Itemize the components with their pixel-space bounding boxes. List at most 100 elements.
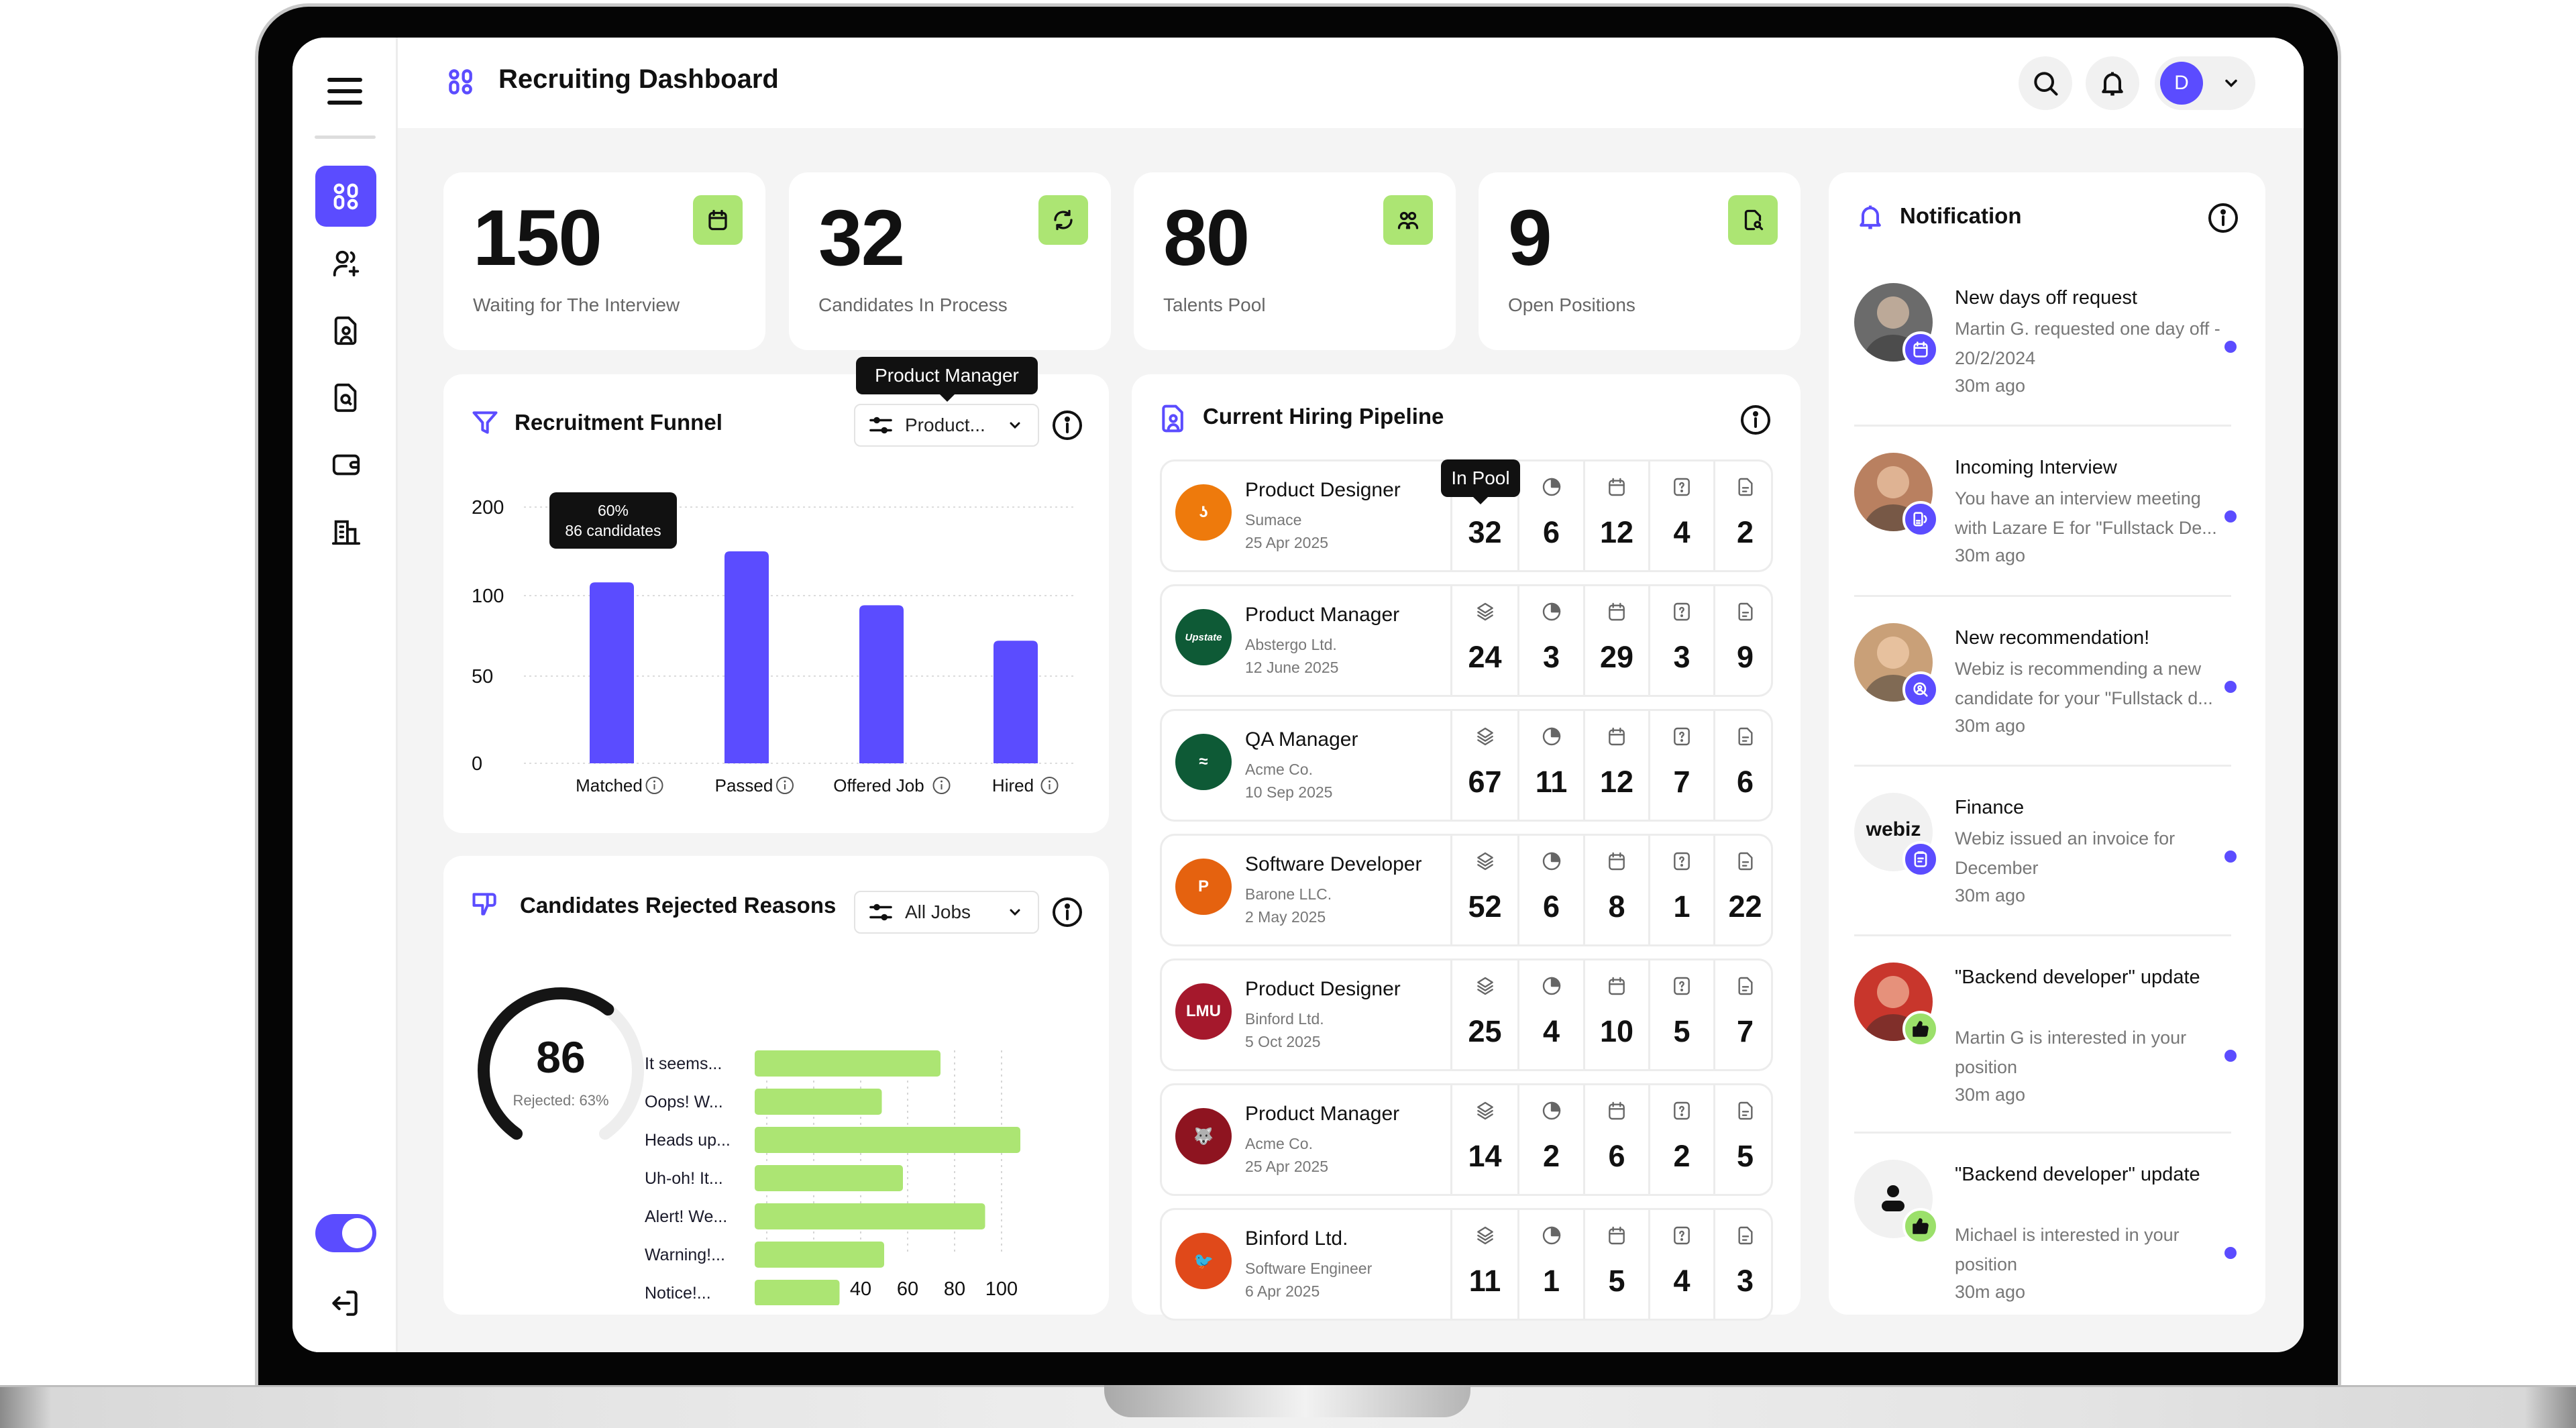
pipeline-stage-0[interactable]: 24 xyxy=(1450,586,1517,695)
pipeline-stage-4[interactable]: 2 xyxy=(1713,461,1775,570)
stage-count: 5 xyxy=(1673,1014,1690,1048)
layers-icon xyxy=(1477,977,1493,995)
pipeline-stage-3[interactable]: 1 xyxy=(1648,836,1713,944)
info-icon[interactable] xyxy=(1739,404,1772,436)
stat-card[interactable]: 80 Talents Pool xyxy=(1134,172,1456,350)
pipeline-stage-4[interactable]: 5 xyxy=(1713,1085,1775,1194)
rejected-job-filter[interactable]: All Jobs xyxy=(854,891,1039,934)
pipeline-stage-1[interactable]: 2 xyxy=(1517,1085,1583,1194)
notification-item[interactable]: New days off request Martin G. requested… xyxy=(1854,283,2240,437)
pipeline-stage-1[interactable]: 6 xyxy=(1517,461,1583,570)
info-icon[interactable] xyxy=(932,777,951,794)
sidebar-item-company[interactable] xyxy=(315,501,376,562)
notification-item[interactable]: "Backend developer" update Michael is in… xyxy=(1854,1160,2240,1314)
reason-bar[interactable] xyxy=(755,1165,903,1191)
pipeline-stage-4[interactable]: 3 xyxy=(1713,1210,1775,1319)
reason-bar[interactable] xyxy=(755,1089,882,1115)
building-icon xyxy=(331,520,360,545)
pipeline-row[interactable]: ≈ QA Manager Acme Co. 10 Sep 2025 67 11 … xyxy=(1160,709,1773,822)
pipeline-row[interactable]: Upstate Product Manager Abstergo Ltd. 12… xyxy=(1160,584,1773,697)
info-icon[interactable] xyxy=(1051,896,1083,928)
pipeline-row[interactable]: 🐦 Binford Ltd. Software Engineer 6 Apr 2… xyxy=(1160,1208,1773,1321)
info-icon[interactable] xyxy=(1040,777,1059,794)
calendar-col-icon xyxy=(1609,478,1625,496)
pipeline-stage-2[interactable]: 6 xyxy=(1583,1085,1648,1194)
company-logo: LMU xyxy=(1175,983,1232,1040)
funnel-bar-matched[interactable] xyxy=(590,582,634,763)
pipeline-stage-1[interactable]: 1 xyxy=(1517,1210,1583,1319)
sidebar-item-wallet[interactable] xyxy=(315,434,376,495)
info-icon[interactable] xyxy=(645,777,663,794)
pipeline-stage-3[interactable]: 2 xyxy=(1648,1085,1713,1194)
pipeline-stage-4[interactable]: 7 xyxy=(1713,960,1775,1069)
pipeline-stage-3[interactable]: 5 xyxy=(1648,960,1713,1069)
pipeline-stage-2[interactable]: 29 xyxy=(1583,586,1648,695)
pipeline-stage-3[interactable]: 3 xyxy=(1648,586,1713,695)
pipeline-stage-1[interactable]: 6 xyxy=(1517,836,1583,944)
pipeline-stage-1[interactable]: 3 xyxy=(1517,586,1583,695)
pipeline-stage-1[interactable]: 11 xyxy=(1517,711,1583,820)
notification-divider xyxy=(1854,1132,2231,1134)
pipeline-stage-2[interactable]: 5 xyxy=(1583,1210,1648,1319)
pipeline-stage-4[interactable]: 6 xyxy=(1713,711,1775,820)
sliders-icon xyxy=(869,417,892,434)
stage-count: 11 xyxy=(1468,1264,1501,1298)
notifications-button[interactable] xyxy=(2086,56,2139,110)
funnel-bar-passed[interactable] xyxy=(724,551,769,763)
pipeline-stage-3[interactable]: 4 xyxy=(1648,461,1713,570)
pipeline-stage-2[interactable]: 10 xyxy=(1583,960,1648,1069)
reason-bar[interactable] xyxy=(755,1242,884,1268)
user-menu[interactable]: D xyxy=(2155,56,2255,110)
pipeline-row[interactable]: 🐺 Product Manager Acme Co. 25 Apr 2025 1… xyxy=(1160,1083,1773,1196)
pipeline-stage-0[interactable]: 14 xyxy=(1450,1085,1517,1194)
info-icon[interactable] xyxy=(1051,409,1083,441)
notification-item[interactable]: New recommendation! Webiz is recommendin… xyxy=(1854,623,2240,777)
funnel-job-filter[interactable]: Product... xyxy=(854,404,1039,447)
sidebar-item-dashboard[interactable] xyxy=(315,166,376,227)
pipeline-stage-0[interactable]: 25 xyxy=(1450,960,1517,1069)
pipeline-stage-0[interactable]: 52 xyxy=(1450,836,1517,944)
pipeline-stage-2[interactable]: 8 xyxy=(1583,836,1648,944)
funnel-bar-hired[interactable] xyxy=(994,641,1038,763)
sidebar-item-search-files[interactable] xyxy=(315,367,376,428)
pipeline-stage-2[interactable]: 12 xyxy=(1583,711,1648,820)
pipeline-stage-1[interactable]: 4 xyxy=(1517,960,1583,1069)
reason-bar[interactable] xyxy=(755,1280,840,1305)
search-button[interactable] xyxy=(2019,56,2072,110)
funnel-bar-offered-job[interactable] xyxy=(859,605,904,763)
notification-item[interactable]: "Backend developer" update Martin G is i… xyxy=(1854,963,2240,1117)
stage-count: 4 xyxy=(1542,1014,1560,1048)
stat-card[interactable]: 32 Candidates In Process xyxy=(789,172,1111,350)
stage-count: 12 xyxy=(1599,515,1634,549)
pipeline-stage-2[interactable]: 12 xyxy=(1583,461,1648,570)
notification-card: Notification New days off request Martin… xyxy=(1829,172,2265,1315)
logout-button[interactable] xyxy=(327,1286,362,1320)
stat-card[interactable]: 150 Waiting for The Interview xyxy=(443,172,765,350)
pipeline-row[interactable]: LMU Product Designer Binford Ltd. 5 Oct … xyxy=(1160,958,1773,1071)
reason-bar[interactable] xyxy=(755,1127,1020,1153)
reason-bar[interactable] xyxy=(755,1050,941,1077)
pipeline-stage-4[interactable]: 22 xyxy=(1713,836,1775,944)
info-icon[interactable] xyxy=(2207,202,2239,234)
layers-icon xyxy=(1477,852,1493,871)
pipeline-stage-3[interactable]: 4 xyxy=(1648,1210,1713,1319)
stat-card[interactable]: 9 Open Positions xyxy=(1479,172,1801,350)
notification-item[interactable]: Incoming Interview You have an interview… xyxy=(1854,453,2240,607)
reason-bar[interactable] xyxy=(755,1203,985,1229)
pipeline-row[interactable]: P Software Developer Barone LLC. 2 May 2… xyxy=(1160,834,1773,946)
job-date: 2 May 2025 xyxy=(1245,908,1326,926)
pipeline-stage-3[interactable]: 7 xyxy=(1648,711,1713,820)
pipeline-stage-0[interactable]: 67 xyxy=(1450,711,1517,820)
theme-toggle[interactable] xyxy=(315,1214,376,1252)
wallet-icon xyxy=(332,454,360,475)
sidebar-item-add-user[interactable] xyxy=(315,233,376,294)
pipeline-stage-4[interactable]: 9 xyxy=(1713,586,1775,695)
sidebar-item-candidates[interactable] xyxy=(315,300,376,361)
menu-icon[interactable] xyxy=(327,78,362,107)
avatar: D xyxy=(2160,62,2203,105)
document-icon xyxy=(1737,727,1753,746)
notification-item[interactable]: webiz Finance Webiz issued an invoice fo… xyxy=(1854,793,2240,947)
info-icon[interactable] xyxy=(776,777,794,794)
chevron-down-icon xyxy=(1010,909,1020,916)
pipeline-stage-0[interactable]: 11 xyxy=(1450,1210,1517,1319)
